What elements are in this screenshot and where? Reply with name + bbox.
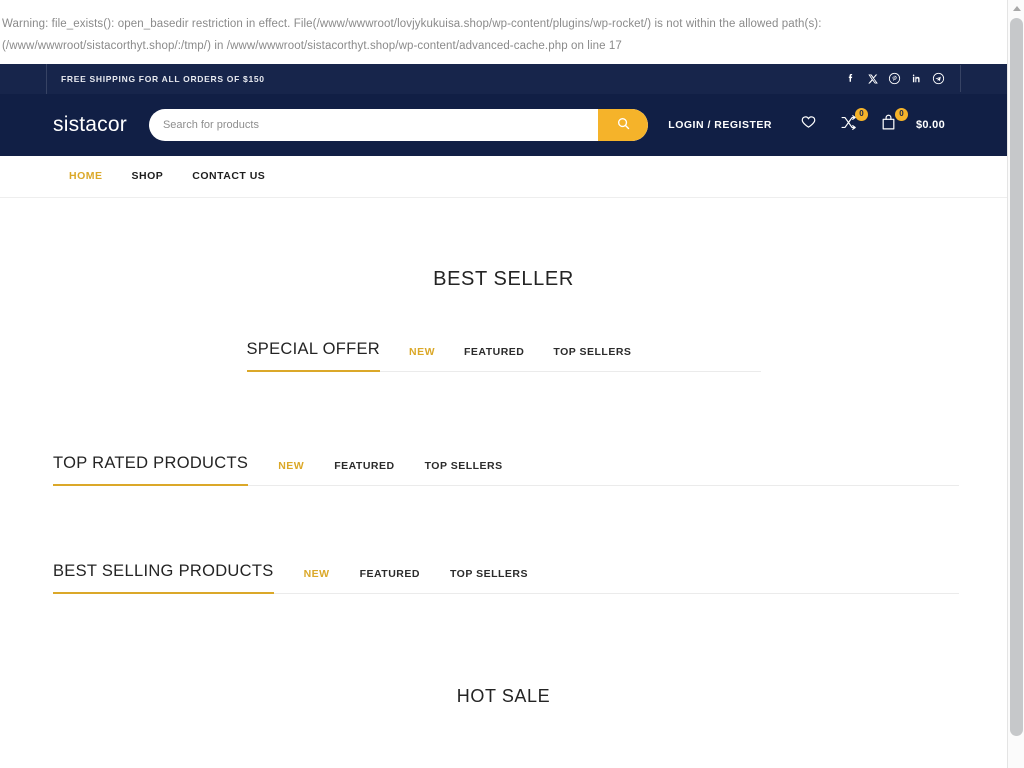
hot-sale-heading: HOT SALE xyxy=(0,686,1007,707)
header-actions: LOGIN / REGISTER 0 0 xyxy=(648,112,945,138)
facebook-icon[interactable] xyxy=(844,72,857,85)
free-shipping-message: FREE SHIPPING FOR ALL ORDERS OF $150 xyxy=(0,74,265,84)
cart-button[interactable]: 0 xyxy=(876,112,902,138)
search-bar xyxy=(149,109,648,141)
tab-special-offer-new[interactable]: NEW xyxy=(409,346,435,371)
main-navigation: HOME SHOP CONTACT US xyxy=(0,156,1007,198)
nav-item-shop[interactable]: SHOP xyxy=(132,170,164,182)
heart-icon xyxy=(800,114,817,136)
special-offer-tabs: SPECIAL OFFER NEW FEATURED TOP SELLERS xyxy=(247,340,761,372)
telegram-icon[interactable] xyxy=(932,72,945,85)
top-announcement-bar: FREE SHIPPING FOR ALL ORDERS OF $150 xyxy=(0,64,1007,94)
best-selling-products-section: BEST SELLING PRODUCTS NEW FEATURED TOP S… xyxy=(53,562,959,594)
search-button[interactable] xyxy=(598,109,648,141)
nav-item-contact-us[interactable]: CONTACT US xyxy=(192,170,265,182)
search-input[interactable] xyxy=(149,109,598,141)
best-seller-heading: BEST SELLER xyxy=(0,268,1007,291)
scrollbar-up-arrow[interactable] xyxy=(1008,0,1024,17)
nav-item-home[interactable]: HOME xyxy=(69,170,103,182)
tab-top-rated-new[interactable]: NEW xyxy=(278,460,304,485)
tab-special-offer-top-sellers[interactable]: TOP SELLERS xyxy=(553,346,631,371)
login-register-link[interactable]: LOGIN / REGISTER xyxy=(668,119,772,131)
pinterest-icon[interactable] xyxy=(888,72,901,85)
page-viewport: Warning: file_exists(): open_basedir res… xyxy=(0,0,1007,768)
tab-best-selling-top-sellers[interactable]: TOP SELLERS xyxy=(450,568,528,593)
special-offer-section: SPECIAL OFFER NEW FEATURED TOP SELLERS xyxy=(247,291,761,372)
top-rated-products-section: TOP RATED PRODUCTS NEW FEATURED TOP SELL… xyxy=(53,454,959,486)
tab-special-offer[interactable]: SPECIAL OFFER xyxy=(247,340,380,372)
tab-best-selling-products[interactable]: BEST SELLING PRODUCTS xyxy=(53,562,274,594)
linkedin-icon[interactable] xyxy=(910,72,923,85)
tab-top-rated-products[interactable]: TOP RATED PRODUCTS xyxy=(53,454,248,486)
site-header: sistacor LOGIN / REGISTER xyxy=(0,94,1007,156)
best-selling-products-tabs: BEST SELLING PRODUCTS NEW FEATURED TOP S… xyxy=(53,562,959,594)
tab-best-selling-featured[interactable]: FEATURED xyxy=(360,568,420,593)
cart-total[interactable]: $0.00 xyxy=(916,119,945,131)
page-content: BEST SELLER SPECIAL OFFER NEW FEATURED T… xyxy=(0,198,1007,707)
tab-special-offer-featured[interactable]: FEATURED xyxy=(464,346,524,371)
compare-badge: 0 xyxy=(855,108,868,121)
cart-badge: 0 xyxy=(895,108,908,121)
tab-top-rated-featured[interactable]: FEATURED xyxy=(334,460,394,485)
chevron-up-icon xyxy=(1013,6,1021,11)
vertical-scrollbar[interactable] xyxy=(1007,0,1024,768)
browser-page: Warning: file_exists(): open_basedir res… xyxy=(0,0,1024,768)
tab-best-selling-new[interactable]: NEW xyxy=(304,568,330,593)
social-links xyxy=(844,72,1007,85)
php-warning-message: Warning: file_exists(): open_basedir res… xyxy=(0,0,1007,64)
scrollbar-thumb[interactable] xyxy=(1010,18,1023,736)
top-rated-products-tabs: TOP RATED PRODUCTS NEW FEATURED TOP SELL… xyxy=(53,454,959,486)
compare-button[interactable]: 0 xyxy=(836,112,862,138)
tab-top-rated-top-sellers[interactable]: TOP SELLERS xyxy=(425,460,503,485)
x-twitter-icon[interactable] xyxy=(866,72,879,85)
wishlist-button[interactable] xyxy=(796,112,822,138)
site-logo[interactable]: sistacor xyxy=(53,113,127,137)
search-icon xyxy=(616,116,631,134)
